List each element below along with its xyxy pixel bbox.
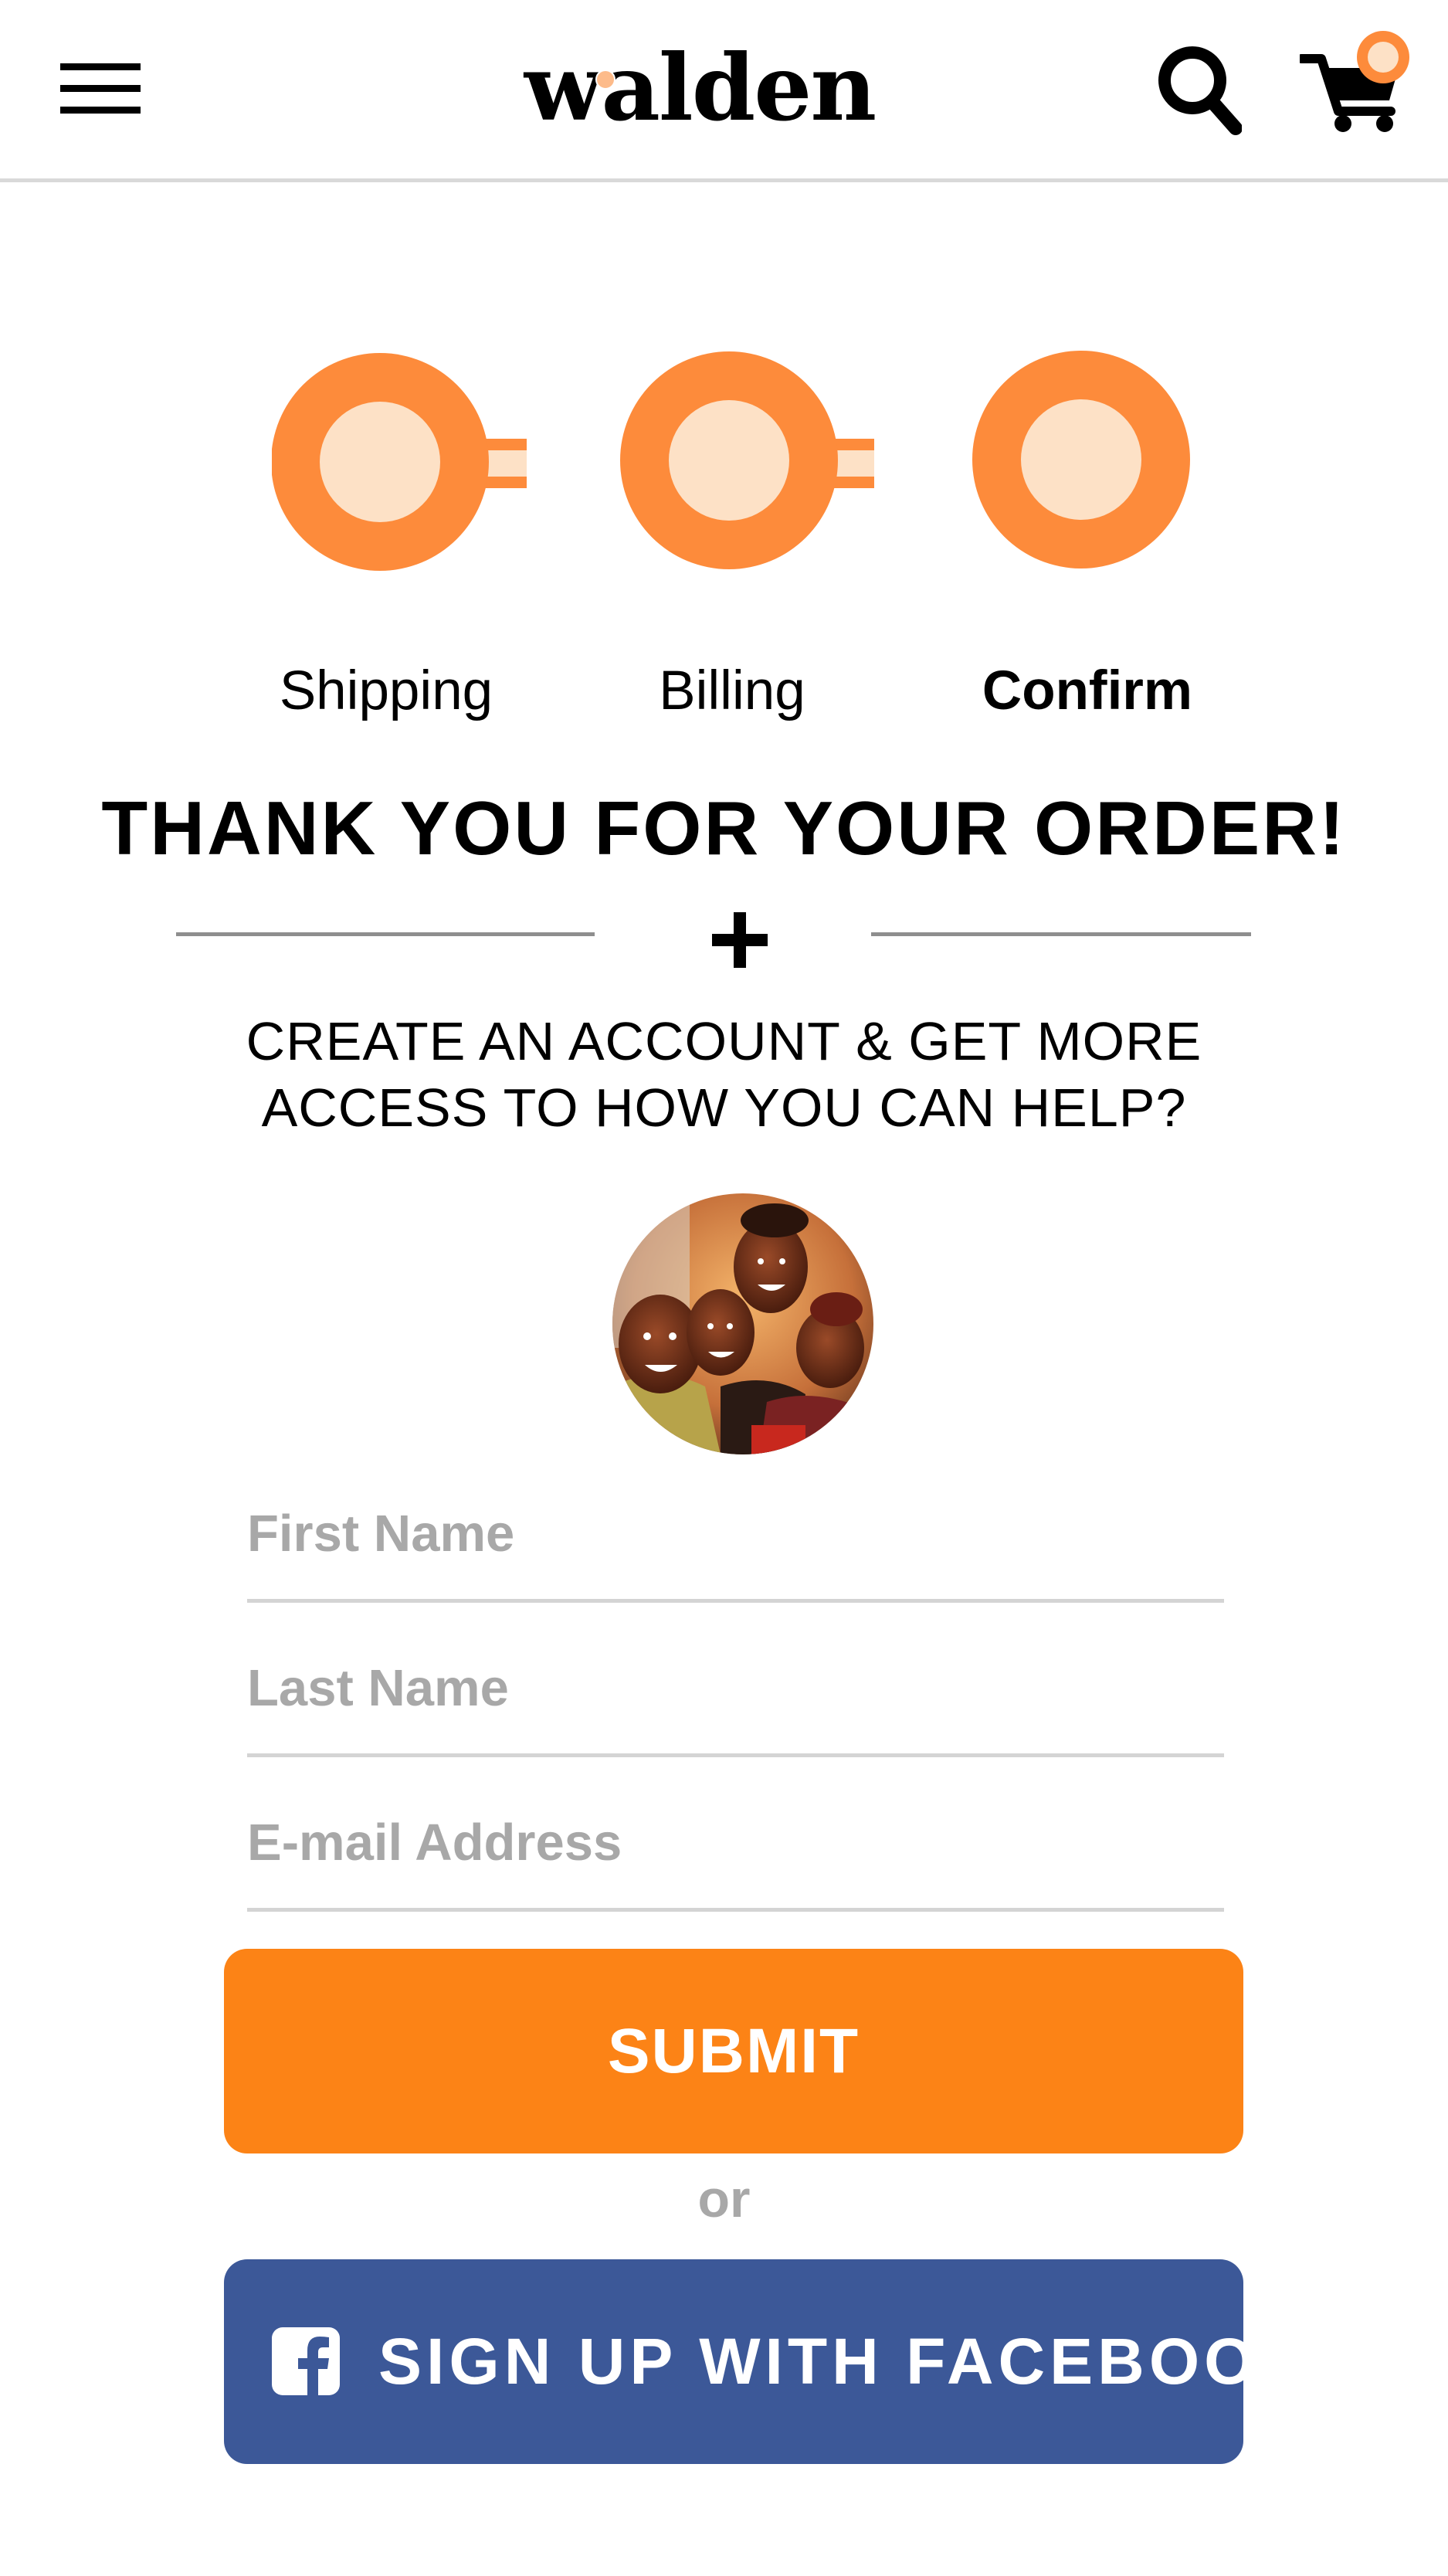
step-dot-confirm[interactable]: [972, 351, 1190, 568]
cta-line-1: CREATE AN ACCOUNT & GET MORE: [246, 1011, 1202, 1071]
step-label-billing: Billing: [659, 660, 805, 721]
first-name-input[interactable]: [247, 1487, 1224, 1580]
first-name-field: [247, 1487, 1224, 1603]
email-field: [247, 1796, 1224, 1912]
logo-text: walden: [523, 42, 875, 135]
thank-you-heading: THANK YOU FOR YOUR ORDER!: [101, 786, 1347, 871]
last-name-input[interactable]: [247, 1641, 1224, 1734]
divider-left: [176, 932, 595, 936]
email-underline: [247, 1908, 1224, 1912]
shopping-cart-icon[interactable]: [1300, 28, 1416, 136]
facebook-signup-label: SIGN UP WITH FACEBOOK: [378, 2325, 1311, 2398]
walden-logo[interactable]: walden: [491, 42, 908, 135]
step-dot-shipping[interactable]: [272, 353, 489, 571]
cta-line-2: ACCESS TO HOW YOU CAN HELP?: [261, 1078, 1187, 1138]
logo-dot: [595, 70, 615, 90]
submit-button[interactable]: SUBMIT: [224, 1949, 1243, 2153]
step-label-shipping: Shipping: [279, 660, 493, 721]
children-photo-avatar: [612, 1193, 873, 1454]
first-name-underline: [247, 1599, 1224, 1603]
facebook-signup-button[interactable]: SIGN UP WITH FACEBOOK: [224, 2259, 1306, 2464]
divider-right: [871, 932, 1251, 936]
checkout-progress-stepper: [272, 351, 1190, 571]
hamburger-menu-icon[interactable]: [60, 62, 144, 116]
app-header: walden: [0, 0, 1448, 182]
search-icon[interactable]: [1157, 45, 1242, 136]
or-separator: or: [697, 2170, 751, 2228]
facebook-icon: [272, 2327, 340, 2395]
last-name-field: [247, 1641, 1224, 1757]
plus-icon: [712, 912, 768, 968]
step-label-confirm: Confirm: [982, 660, 1193, 721]
step-dot-billing[interactable]: [620, 351, 838, 569]
email-input[interactable]: [247, 1796, 1224, 1889]
last-name-underline: [247, 1753, 1224, 1757]
create-account-prompt: CREATE AN ACCOUNT & GET MORE ACCESS TO H…: [154, 1008, 1294, 1141]
